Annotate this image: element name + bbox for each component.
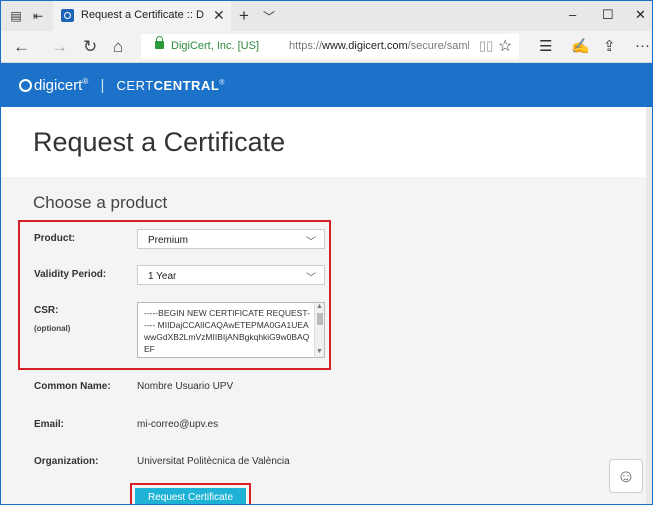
browser-window: ▤ ⇤ Request a Certificate :: D ✕ + ﹀ – ☐… [0, 0, 653, 505]
forward-icon[interactable]: → [51, 37, 68, 57]
product-select[interactable]: Premium ﹀ [137, 229, 325, 249]
site-header: digicert® | CERTCENTRAL® [1, 63, 652, 107]
tab-list-chevron-icon[interactable]: ﹀ [263, 8, 275, 25]
hub-icon[interactable]: ☰ [539, 37, 552, 55]
scroll-thumb[interactable] [317, 313, 323, 325]
product-select-value: Premium [148, 235, 189, 246]
validity-select-value: 1 Year [148, 271, 177, 282]
url-field[interactable]: DigiCert, Inc. [US] https://www.digicert… [141, 34, 519, 59]
organization-label: Organization: [34, 456, 99, 467]
csr-scrollbar[interactable]: ▲ ▼ [314, 303, 324, 357]
organization-value: Universitat Politècnica de València [137, 456, 290, 467]
back-icon[interactable]: ← [13, 37, 30, 57]
browser-tab[interactable]: Request a Certificate :: D ✕ [53, 1, 231, 31]
title-band: Request a Certificate [1, 107, 646, 177]
csr-text: -----BEGIN NEW CERTIFICATE REQUEST----- … [144, 308, 310, 354]
favorite-star-icon[interactable]: ☆ [498, 36, 512, 56]
reading-view-icon[interactable]: ▯▯ [479, 38, 493, 54]
product-label: Product: [34, 233, 76, 244]
validity-label: Validity Period: [34, 269, 107, 280]
maximize-icon[interactable]: ☐ [602, 7, 614, 23]
scroll-up-icon[interactable]: ▲ [316, 303, 323, 310]
set-tabs-aside-icon[interactable]: ⇤ [31, 9, 45, 23]
email-label: Email: [34, 419, 65, 430]
page-title: Request a Certificate [33, 127, 286, 157]
scroll-down-icon[interactable]: ▼ [316, 348, 323, 355]
web-notes-icon[interactable]: ✍ [571, 37, 590, 55]
email-value: mi-correo@upv.es [137, 419, 219, 430]
new-tab-icon[interactable]: + [239, 6, 249, 26]
page-content: Request a Certificate Choose a product P… [1, 107, 646, 504]
csr-optional-label: (optional) [34, 324, 71, 333]
minimize-icon[interactable]: – [569, 7, 576, 22]
common-name-label: Common Name: [34, 381, 111, 392]
page-scrollbar[interactable] [646, 107, 652, 504]
digicert-logo-ring-icon [19, 79, 32, 92]
tab-preview-icon[interactable]: ▤ [9, 9, 23, 23]
tab-title: Request a Certificate :: D [81, 9, 204, 21]
tab-close-icon[interactable]: ✕ [213, 7, 225, 24]
share-icon[interactable]: ⇪ [603, 37, 616, 55]
feedback-smiley-icon[interactable]: ☺ [609, 459, 643, 493]
site-identity[interactable]: DigiCert, Inc. [US] [171, 40, 259, 52]
validity-select[interactable]: 1 Year ﹀ [137, 265, 325, 285]
tab-bar: ▤ ⇤ Request a Certificate :: D ✕ + ﹀ – ☐… [1, 1, 652, 31]
request-certificate-button[interactable]: Request Certificate [135, 488, 246, 504]
url-text: https://www.digicert.com/secure/saml/req… [289, 40, 469, 52]
common-name-value: Nombre Usuario UPV [137, 381, 234, 392]
digicert-favicon-icon [61, 9, 74, 22]
certcentral-wordmark: CERTCENTRAL® [116, 78, 225, 93]
digicert-logo[interactable]: digicert® | CERTCENTRAL® [19, 77, 225, 94]
refresh-icon[interactable]: ↻ [83, 37, 97, 57]
close-window-icon[interactable]: ✕ [635, 7, 646, 23]
chevron-down-icon: ﹀ [306, 273, 316, 284]
section-title: Choose a product [33, 193, 168, 212]
csr-textarea[interactable]: -----BEGIN NEW CERTIFICATE REQUEST----- … [137, 302, 325, 358]
lock-icon [155, 36, 164, 49]
csr-label: CSR: [34, 305, 59, 316]
address-bar-row: ← → ↻ ⌂ DigiCert, Inc. [US] https://www.… [1, 31, 652, 63]
chevron-down-icon: ﹀ [306, 237, 316, 248]
more-icon[interactable]: ··· [635, 37, 650, 54]
home-icon[interactable]: ⌂ [113, 37, 123, 57]
